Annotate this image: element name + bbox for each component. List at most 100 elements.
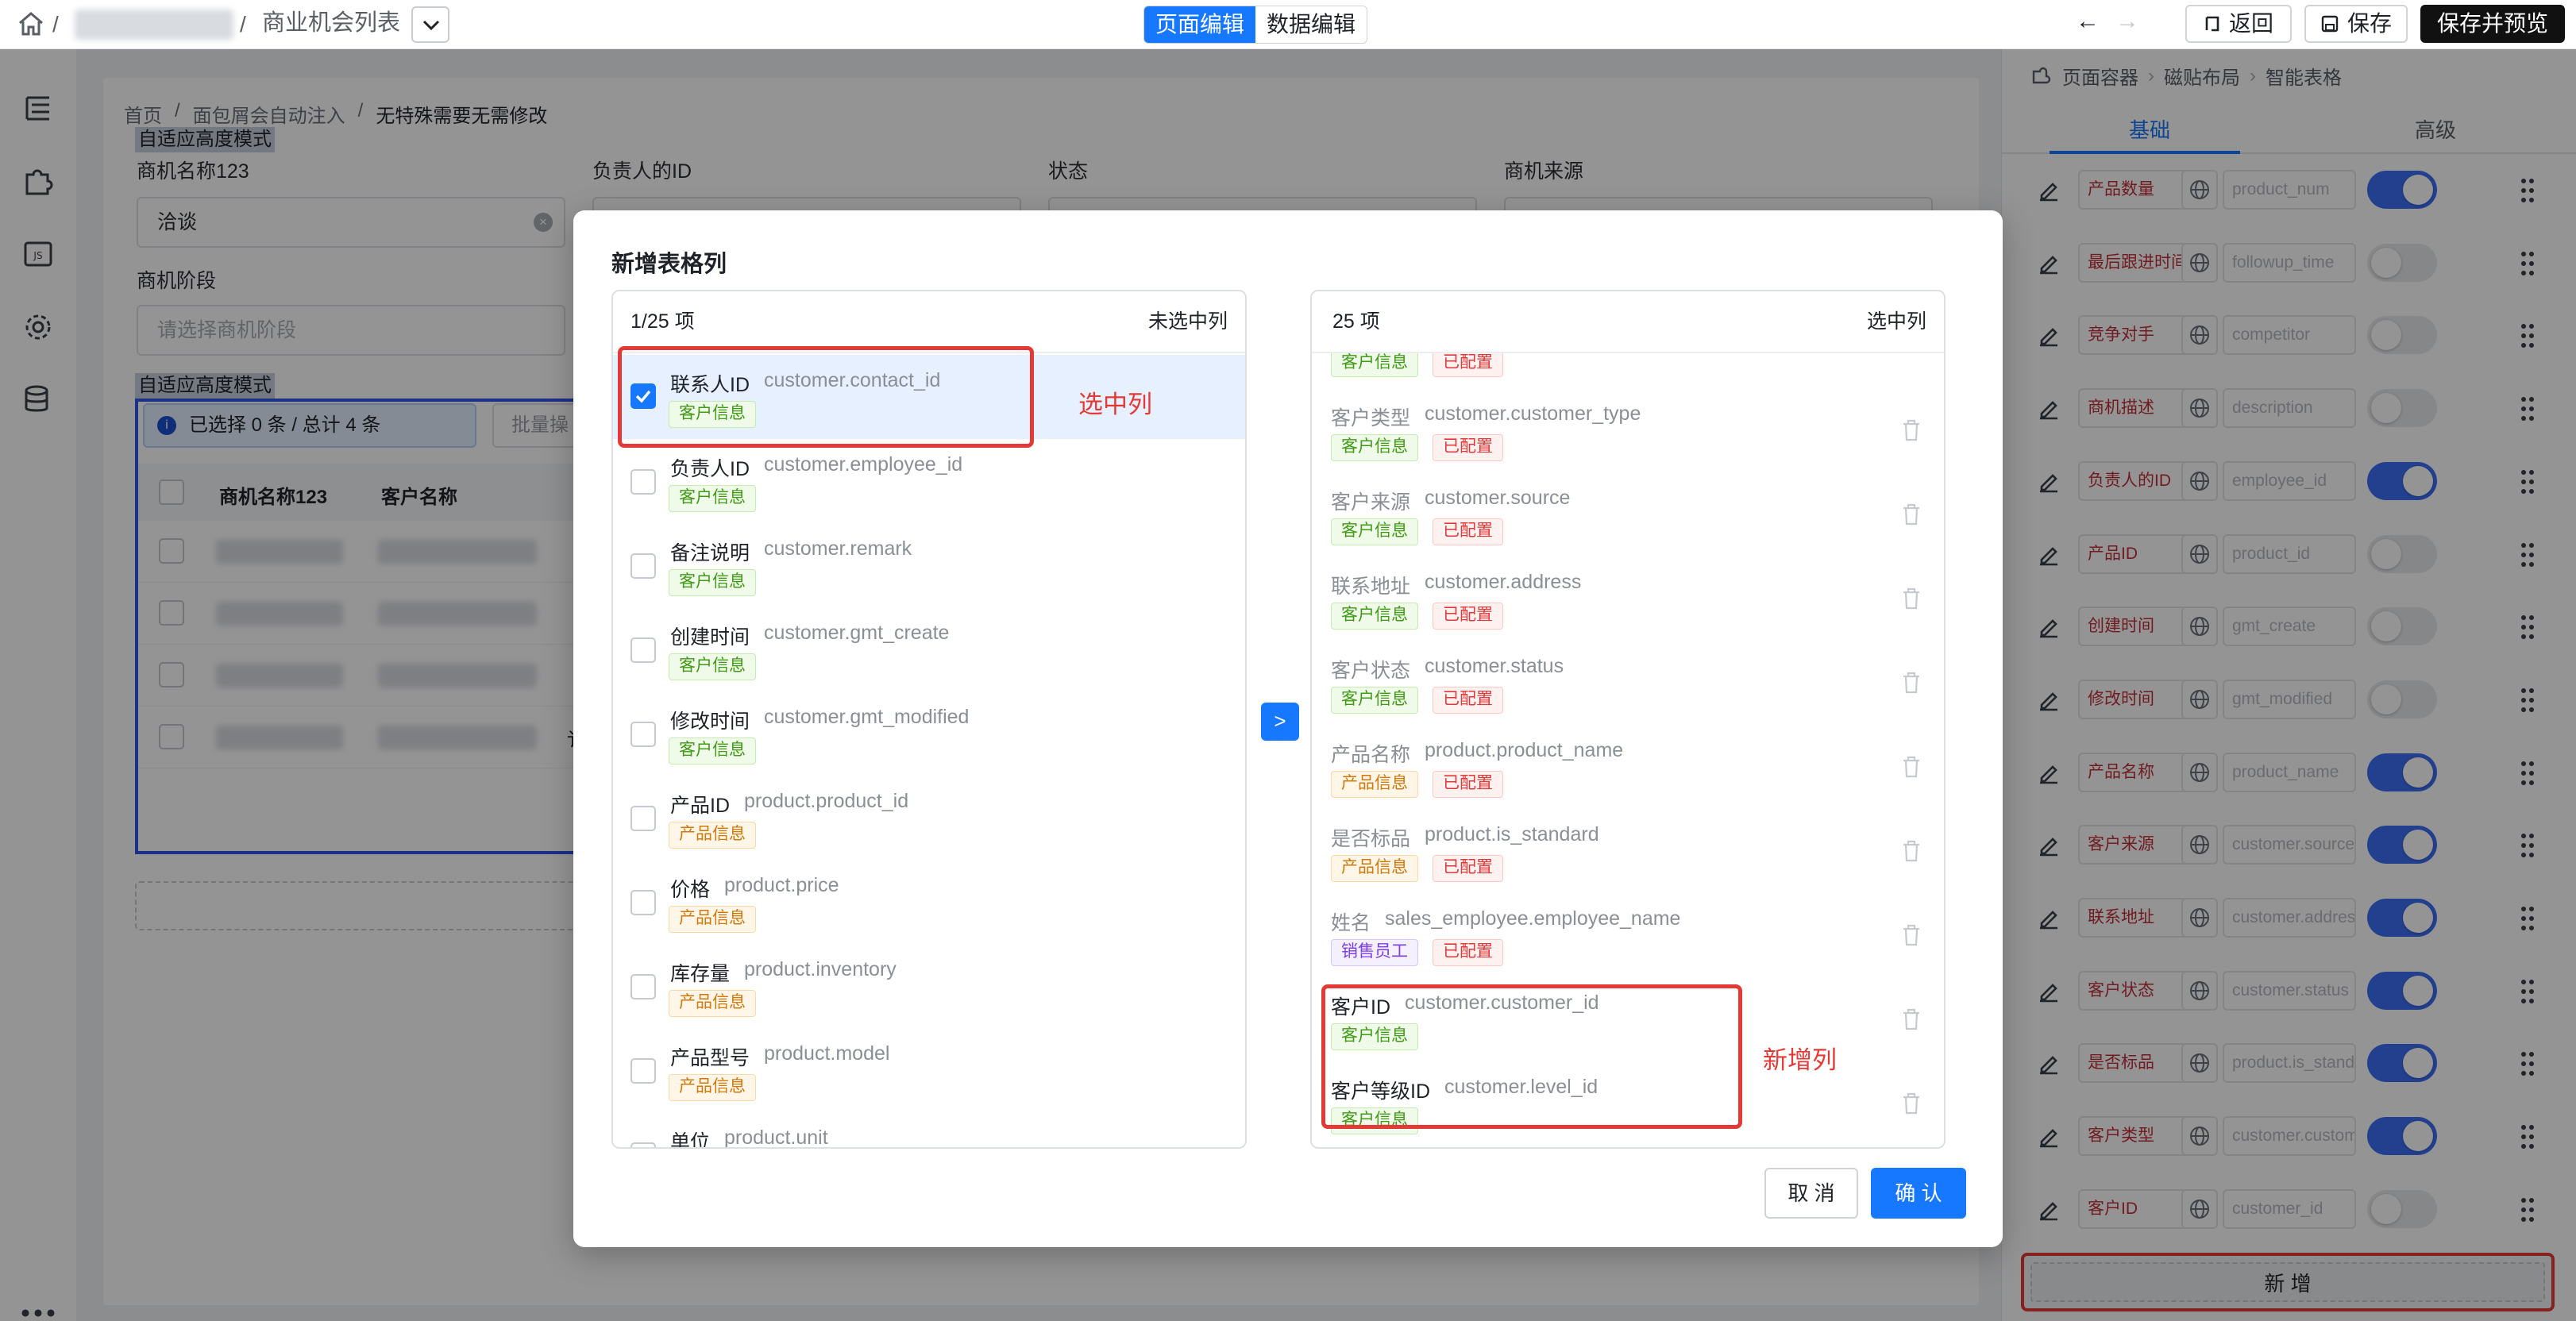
data-edit-tab[interactable]: 数据编辑 bbox=[1255, 6, 1367, 43]
dialog-title: 新增表格列 bbox=[611, 252, 727, 277]
checkbox[interactable] bbox=[631, 890, 656, 915]
checkbox[interactable] bbox=[631, 469, 656, 495]
list-item[interactable]: 创建时间 customer.gmt_create 客户信息 bbox=[613, 607, 1245, 691]
delete-trash-icon[interactable] bbox=[1901, 1007, 1922, 1031]
list-item[interactable]: 产品ID product.product_id 产品信息 bbox=[613, 776, 1245, 860]
column-name: 库存量 bbox=[670, 963, 731, 985]
category-tag: 客户信息 bbox=[669, 485, 756, 512]
category-tag: 客户信息 bbox=[669, 569, 756, 596]
configured-tag: 已配置 bbox=[1433, 603, 1503, 630]
category-tag: 客户信息 bbox=[1331, 687, 1418, 714]
item-text: 姓名 sales_employee.employee_name bbox=[1331, 907, 1680, 936]
delete-trash-icon[interactable] bbox=[1901, 1092, 1922, 1115]
back-label: 返回 bbox=[2228, 11, 2273, 36]
category-tag: 客户信息 bbox=[669, 653, 756, 680]
column-code: product.unit bbox=[724, 1127, 828, 1147]
delete-trash-icon[interactable] bbox=[1901, 418, 1922, 442]
item-text: 客户状态 customer.status bbox=[1331, 655, 1564, 684]
list-item: 客户来源 customer.source 客户信息 已配置 bbox=[1312, 472, 1944, 557]
list-item[interactable]: 负责人ID customer.employee_id 客户信息 bbox=[613, 439, 1245, 523]
column-code: product.price bbox=[724, 874, 839, 896]
back-button[interactable]: 返回 bbox=[2185, 5, 2292, 43]
confirm-button[interactable]: 确 认 bbox=[1871, 1168, 1966, 1219]
checkbox[interactable] bbox=[631, 1058, 656, 1084]
undo-button[interactable]: ← bbox=[2076, 8, 2100, 35]
item-text: 客户来源 customer.source bbox=[1331, 487, 1570, 515]
delete-trash-icon[interactable] bbox=[1901, 755, 1922, 779]
column-code: customer.remark bbox=[764, 537, 912, 560]
checkbox[interactable] bbox=[631, 553, 656, 579]
save-and-preview-button[interactable]: 保存并预览 bbox=[2420, 5, 2565, 43]
column-code: customer.gmt_modified bbox=[764, 706, 970, 728]
breadcrumb-separator: / bbox=[240, 12, 246, 37]
breadcrumb-separator: / bbox=[52, 12, 59, 37]
item-text: 是否标品 product.is_standard bbox=[1331, 823, 1599, 852]
configured-tag: 已配置 bbox=[1433, 771, 1503, 798]
column-code: customer.address bbox=[1425, 571, 1582, 593]
item-text: 修改时间 customer.gmt_modified bbox=[670, 706, 969, 734]
column-code: product.product_id bbox=[744, 790, 909, 812]
delete-trash-icon[interactable] bbox=[1901, 671, 1922, 695]
delete-trash-icon[interactable] bbox=[1901, 839, 1922, 863]
list-item: 联系地址 customer.address 客户信息 已配置 bbox=[1312, 557, 1944, 641]
mode-toggle: 页面编辑 数据编辑 bbox=[1143, 6, 1368, 44]
delete-trash-icon[interactable] bbox=[1901, 503, 1922, 526]
cancel-button[interactable]: 取 消 bbox=[1764, 1168, 1858, 1219]
checkbox[interactable] bbox=[631, 722, 656, 747]
list-item[interactable]: 备注说明 customer.remark 客户信息 bbox=[613, 523, 1245, 607]
category-tag: 客户信息 bbox=[669, 738, 756, 764]
transfer-right-button[interactable]: > bbox=[1261, 703, 1299, 741]
column-code: product.model bbox=[764, 1042, 890, 1065]
selected-title: 选中列 bbox=[1866, 310, 1926, 333]
column-name: 修改时间 bbox=[670, 711, 750, 733]
configured-tag: 已配置 bbox=[1433, 434, 1503, 461]
redo-button[interactable]: → bbox=[2115, 8, 2139, 35]
page-switch-dropdown[interactable] bbox=[411, 6, 449, 43]
page-name: 商业机会列表 bbox=[262, 10, 401, 36]
chevron-down-icon bbox=[422, 20, 440, 31]
item-text: 创建时间 customer.gmt_create bbox=[670, 622, 949, 650]
column-name: 价格 bbox=[670, 879, 711, 901]
checkbox[interactable] bbox=[631, 637, 656, 663]
column-code: customer.gmt_create bbox=[764, 622, 950, 644]
column-name: 产品型号 bbox=[670, 1047, 750, 1069]
home-icon[interactable] bbox=[17, 11, 44, 37]
save-icon bbox=[2321, 15, 2339, 33]
list-item: 客户状态 customer.status 客户信息 已配置 bbox=[1312, 641, 1944, 725]
configured-tag: 已配置 bbox=[1433, 855, 1503, 882]
checkbox[interactable] bbox=[631, 1142, 656, 1147]
checkbox[interactable] bbox=[631, 974, 656, 999]
delete-trash-icon[interactable] bbox=[1901, 587, 1922, 610]
category-tag: 产品信息 bbox=[1331, 771, 1418, 798]
list-item[interactable]: 库存量 product.inventory 产品信息 bbox=[613, 944, 1245, 1028]
configured-tag: 已配置 bbox=[1433, 939, 1503, 966]
list-item: 是否标品 product.is_standard 产品信息 已配置 bbox=[1312, 809, 1944, 893]
item-text: 联系地址 customer.address bbox=[1331, 571, 1581, 599]
list-item[interactable]: 产品型号 product.model 产品信息 bbox=[613, 1028, 1245, 1112]
column-name: 客户状态 bbox=[1331, 660, 1411, 682]
category-tag: 销售员工 bbox=[1331, 939, 1418, 966]
item-text: 单位 product.unit bbox=[670, 1127, 828, 1147]
column-code: customer.customer_type bbox=[1425, 402, 1641, 425]
new-items-highlight bbox=[1321, 984, 1742, 1129]
column-code: customer.employee_id bbox=[764, 453, 963, 476]
list-item[interactable]: 单位 product.unit bbox=[613, 1112, 1245, 1147]
category-tag: 产品信息 bbox=[669, 906, 756, 933]
list-item[interactable]: 修改时间 customer.gmt_modified 客户信息 bbox=[613, 691, 1245, 776]
checkbox[interactable] bbox=[631, 806, 656, 831]
item-text: 产品ID product.product_id bbox=[670, 790, 908, 818]
delete-trash-icon[interactable] bbox=[1901, 923, 1922, 947]
selected-panel-header: 25 项 选中列 bbox=[1312, 291, 1944, 353]
item-text: 负责人ID customer.employee_id bbox=[670, 453, 962, 482]
column-name: 联系地址 bbox=[1331, 576, 1411, 598]
list-item[interactable]: 价格 product.price 产品信息 bbox=[613, 860, 1245, 944]
column-code: product.is_standard bbox=[1425, 823, 1599, 845]
column-name: 单位 bbox=[670, 1131, 711, 1147]
category-tag: 产品信息 bbox=[1331, 855, 1418, 882]
item-tags: 客户信息 已配置 bbox=[1331, 518, 1503, 545]
page-edit-tab[interactable]: 页面编辑 bbox=[1144, 6, 1256, 43]
save-button[interactable]: 保存 bbox=[2304, 5, 2408, 43]
unselected-list: 联系人ID customer.contact_id 客户信息 负责人ID cus… bbox=[613, 353, 1245, 1147]
column-code: product.product_name bbox=[1425, 739, 1624, 761]
list-item: 产品名称 product.product_name 产品信息 已配置 bbox=[1312, 725, 1944, 809]
